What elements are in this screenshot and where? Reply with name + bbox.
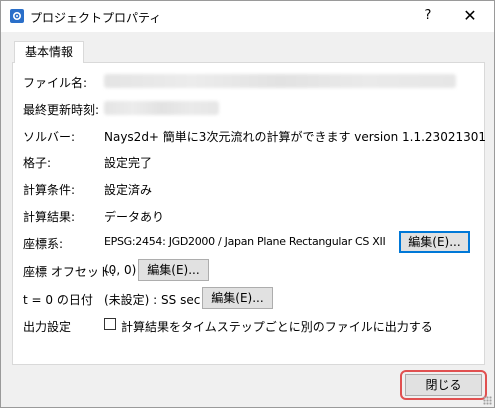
offset-label: 座標 オフセット:: [23, 265, 115, 279]
filename-label: ファイル名:: [23, 76, 88, 90]
project-properties-dialog: プロジェクトプロパティ ? ✕ 基本情報 ファイル名: 最終更新時刻: ソルバー…: [0, 0, 495, 408]
close-button[interactable]: 閉じる: [405, 374, 482, 396]
t0-date-edit-button[interactable]: 編集(E)...: [202, 287, 273, 309]
calc-conditions-value: 設定済み: [104, 183, 153, 197]
grid-value: 設定完了: [104, 156, 153, 170]
tab-basic-info[interactable]: 基本情報: [14, 41, 84, 63]
offset-edit-button[interactable]: 編集(E)...: [138, 259, 209, 281]
resize-grip[interactable]: [483, 396, 492, 405]
grid-label: 格子:: [23, 156, 52, 170]
modified-label: 最終更新時刻:: [23, 103, 100, 117]
crs-edit-button[interactable]: 編集(E)...: [399, 231, 470, 253]
calc-results-label: 計算結果:: [23, 210, 76, 224]
solver-label: ソルバー:: [23, 130, 76, 144]
output-per-timestep-checkbox[interactable]: [104, 318, 116, 330]
window-close-button[interactable]: ✕: [455, 6, 485, 26]
output-checkbox-label[interactable]: 計算結果をタイムステップごとに別のファイルに出力する: [121, 318, 433, 335]
modified-value-redacted: [104, 101, 219, 115]
help-button[interactable]: ?: [416, 6, 440, 26]
t0-date-label: t = 0 の日付: [23, 293, 93, 307]
solver-value: Nays2d+ 簡単に3次元流れの計算ができます version 1.1.230…: [104, 130, 486, 144]
title-bar: プロジェクトプロパティ ? ✕: [1, 1, 494, 32]
filename-value-redacted: [104, 74, 456, 88]
window-title: プロジェクトプロパティ: [30, 11, 162, 25]
crs-value: EPSG:2454: JGD2000 / Japan Plane Rectang…: [104, 235, 386, 248]
offset-value: (0, 0): [104, 263, 137, 277]
calc-results-value: データあり: [104, 210, 165, 224]
crs-label: 座標系:: [23, 237, 64, 251]
t0-date-value: (未設定) : SS sec: [104, 293, 201, 307]
output-label: 出力設定: [23, 320, 72, 334]
app-gear-icon: [10, 9, 24, 23]
calc-conditions-label: 計算条件:: [23, 183, 76, 197]
